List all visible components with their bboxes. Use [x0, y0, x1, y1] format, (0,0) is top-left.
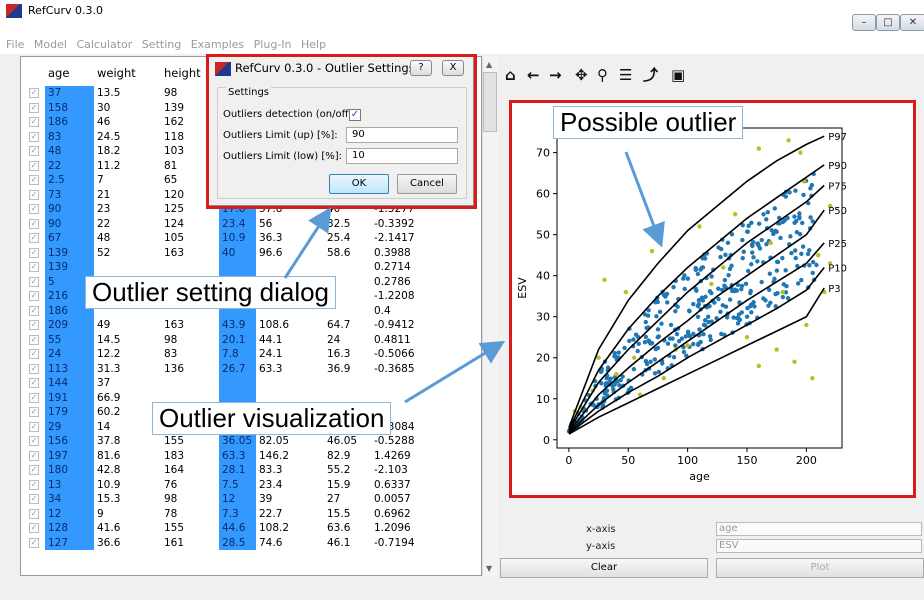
y-axis-select[interactable]: ESV — [716, 539, 922, 553]
clear-button[interactable]: Clear — [500, 558, 708, 578]
arrow-to-dialog — [283, 206, 332, 279]
plot-button[interactable]: Plot — [716, 558, 924, 578]
x-axis-label: x-axis — [586, 524, 616, 535]
y-axis-label: y-axis — [586, 541, 616, 552]
x-axis-select[interactable]: age — [716, 522, 922, 536]
bottom-controls: x-axis age y-axis ESV Clear Plot — [500, 510, 924, 580]
arrow-to-outlier — [624, 151, 665, 248]
arrow-to-plot — [404, 340, 506, 404]
